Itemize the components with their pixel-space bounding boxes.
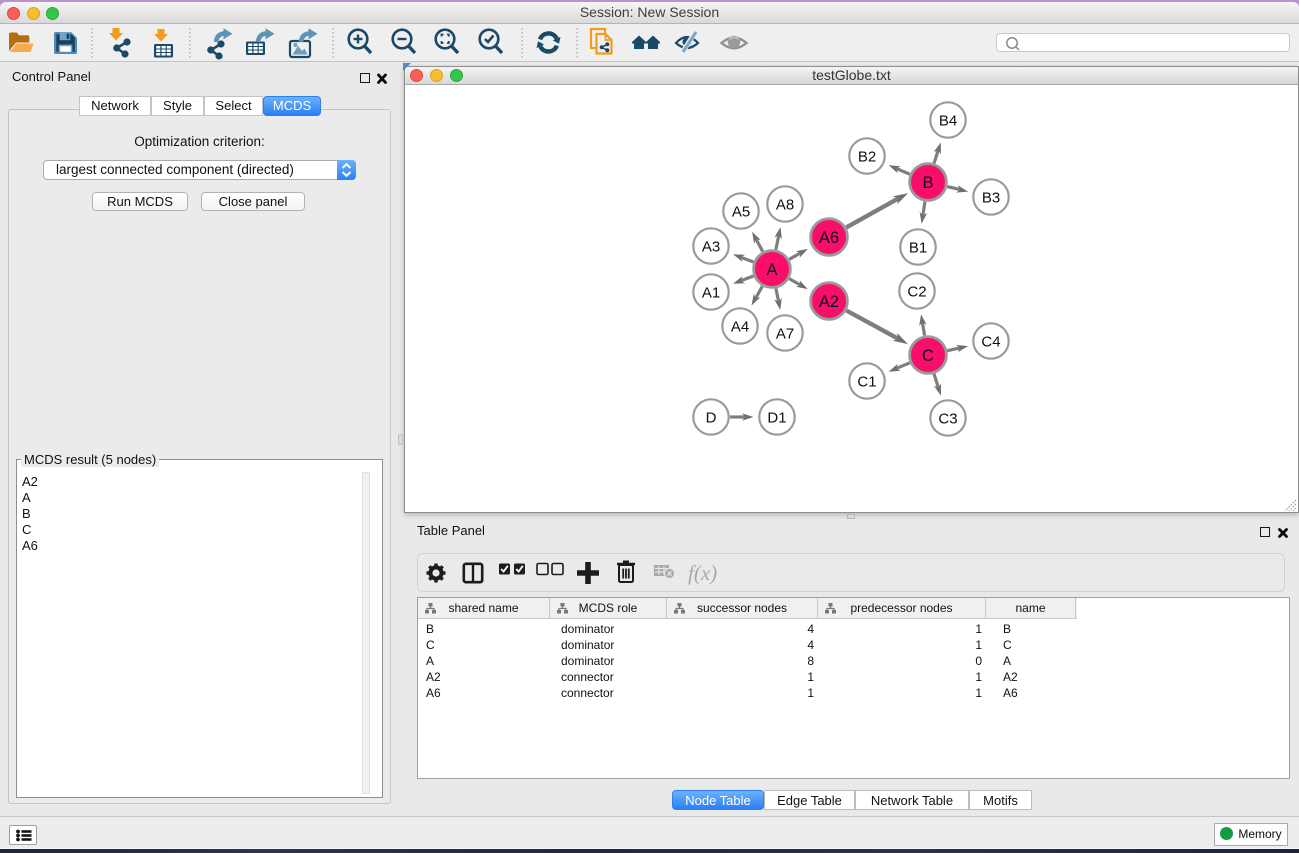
svg-text:C: C — [922, 347, 934, 365]
svg-text:A8: A8 — [776, 197, 794, 214]
svg-text:A4: A4 — [731, 319, 749, 336]
svg-text:B2: B2 — [858, 149, 876, 166]
svg-text:A6: A6 — [819, 229, 839, 247]
svg-text:A3: A3 — [702, 239, 720, 256]
svg-text:B: B — [922, 174, 933, 192]
svg-text:B1: B1 — [909, 240, 927, 257]
svg-text:A: A — [766, 261, 777, 279]
svg-text:f(x): f(x) — [688, 561, 717, 585]
svg-text:C4: C4 — [981, 334, 1000, 351]
svg-text:A5: A5 — [732, 204, 750, 221]
svg-text:B3: B3 — [982, 190, 1000, 207]
svg-text:A1: A1 — [702, 285, 720, 302]
svg-text:D: D — [706, 410, 717, 427]
svg-text:C1: C1 — [857, 374, 876, 391]
svg-text:C3: C3 — [938, 411, 957, 428]
svg-text:A2: A2 — [819, 293, 839, 311]
svg-text:C2: C2 — [907, 284, 926, 301]
svg-text:B4: B4 — [939, 113, 957, 130]
svg-text:A7: A7 — [776, 326, 794, 343]
svg-text:D1: D1 — [767, 410, 786, 427]
